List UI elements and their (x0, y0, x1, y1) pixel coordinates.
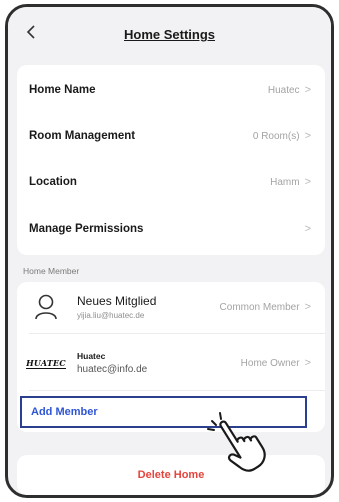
settings-card: Home Name Huatec > Room Management 0 Roo… (17, 65, 325, 255)
member-name: Huatec (77, 351, 106, 361)
member-row[interactable]: HUATEC Huatec huatec@info.de Home Owner … (17, 340, 325, 386)
location-value: Hamm (270, 176, 300, 188)
member-role: Common Member (219, 301, 300, 313)
home-name-value: Huatec (267, 84, 300, 96)
home-member-section-label: Home Member (23, 266, 80, 276)
divider (29, 333, 325, 334)
add-member-label: Add Member (31, 406, 98, 418)
chevron-right-icon: > (304, 176, 311, 188)
manage-permissions-label: Manage Permissions (29, 223, 144, 235)
chevron-right-icon: > (304, 223, 311, 235)
chevron-right-icon: > (304, 84, 311, 96)
room-management-row[interactable]: Room Management 0 Room(s) > (17, 113, 325, 159)
chevron-right-icon: > (304, 357, 311, 369)
member-row[interactable]: Neues Mitglied yijia.liu@huatec.de Commo… (17, 284, 325, 330)
room-management-label: Room Management (29, 130, 136, 142)
member-name: Neues Mitglied (77, 294, 157, 308)
chevron-right-icon: > (304, 130, 311, 142)
member-email: huatec@info.de (77, 364, 148, 375)
room-count-value: 0 Room(s) (252, 130, 300, 142)
manage-permissions-row[interactable]: Manage Permissions > (17, 206, 325, 252)
delete-home-button[interactable]: Delete Home (17, 455, 325, 495)
chevron-right-icon: > (304, 301, 311, 313)
member-role: Home Owner (240, 357, 300, 369)
person-icon (29, 290, 63, 324)
header: Home Settings (8, 7, 331, 59)
location-row[interactable]: Location Hamm > (17, 159, 325, 205)
huatec-logo: HUATEC (26, 357, 66, 369)
member-email: yijia.liu@huatec.de (77, 311, 145, 320)
delete-home-label: Delete Home (137, 469, 205, 481)
page-title: Home Settings (123, 27, 215, 42)
home-name-label: Home Name (29, 84, 96, 96)
pointing-hand-icon (207, 412, 266, 472)
home-name-row[interactable]: Home Name Huatec > (17, 67, 325, 113)
phone-frame: Home Settings Home Name Huatec > Room Ma… (5, 4, 334, 498)
members-card: Neues Mitglied yijia.liu@huatec.de Commo… (17, 282, 325, 432)
location-label: Location (29, 176, 77, 188)
divider (29, 390, 325, 391)
